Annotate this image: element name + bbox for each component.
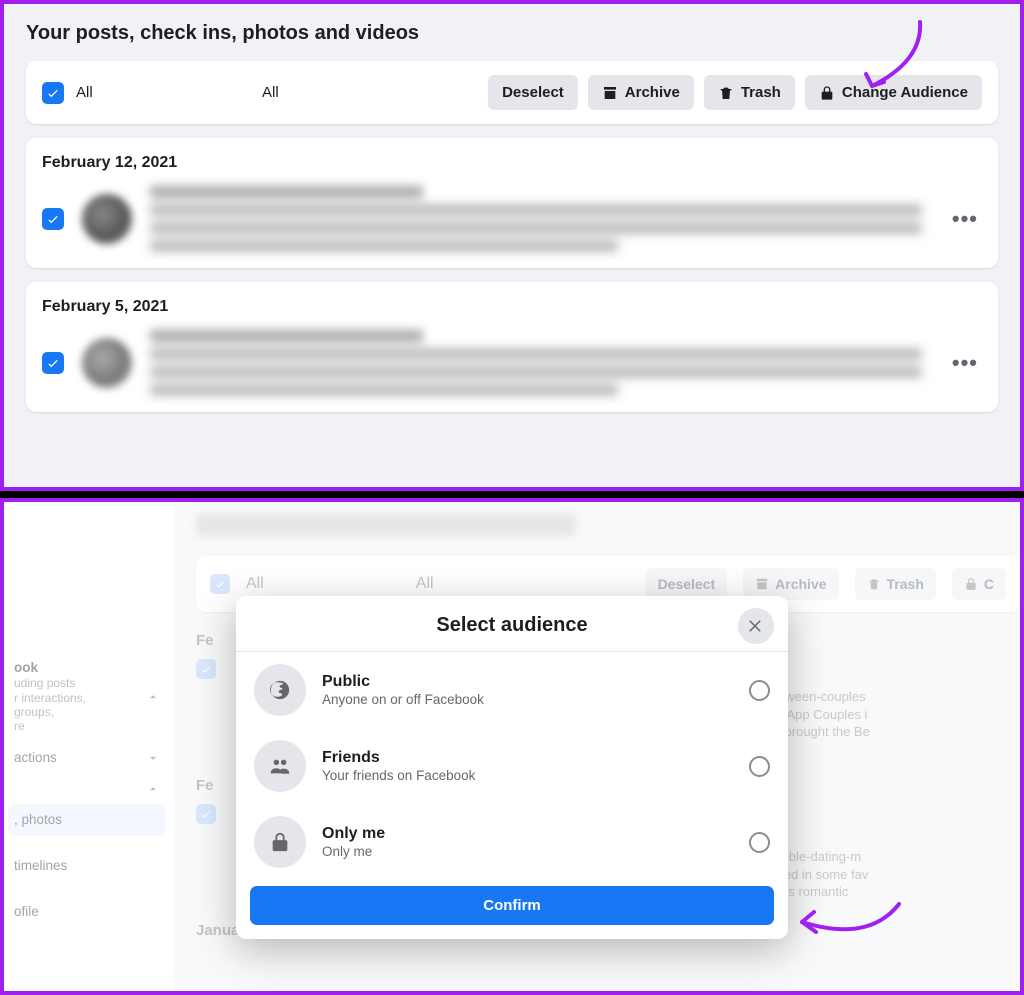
close-icon (747, 617, 765, 635)
check-icon (46, 212, 60, 226)
check-icon (46, 356, 60, 370)
bottom-panel: ook uding posts r interactions, groups, … (0, 498, 1024, 995)
check-icon (214, 578, 226, 590)
sidebar-item-timelines[interactable]: timelines (8, 850, 166, 882)
modal-title: Select audience (236, 614, 788, 637)
post-checkbox[interactable] (196, 659, 216, 679)
archive-icon (755, 577, 769, 591)
trash-button[interactable]: Trash (704, 75, 795, 110)
confirm-button[interactable]: Confirm (250, 886, 774, 925)
deselect-button[interactable]: Deselect (488, 75, 578, 110)
sidebar-item-profile[interactable]: ofile (8, 896, 166, 928)
post-content-blurred (150, 330, 930, 396)
sidebar-item[interactable]: ook uding posts r interactions, groups, … (8, 652, 166, 742)
radio-button[interactable] (749, 756, 770, 777)
radio-button[interactable] (749, 832, 770, 853)
sidebar-item[interactable]: actions (8, 742, 166, 774)
post-card: February 5, 2021 ••• (26, 282, 998, 412)
lock-icon (964, 577, 978, 591)
page-title-blurred (196, 514, 576, 536)
check-icon (200, 663, 212, 675)
option-title: Only me (322, 825, 733, 843)
post-content-blurred (150, 186, 930, 252)
post-more-button[interactable]: ••• (948, 346, 982, 380)
archive-button[interactable]: Archive (588, 75, 694, 110)
archive-icon (602, 85, 618, 101)
annotation-arrow-icon (794, 894, 904, 954)
option-subtitle: Your friends on Facebook (322, 768, 733, 783)
trash-icon (867, 577, 881, 591)
select-all-checkbox[interactable] (210, 574, 230, 594)
modal-close-button[interactable] (738, 608, 774, 644)
post-checkbox[interactable] (42, 208, 64, 230)
avatar (82, 338, 132, 388)
audience-option-only-me[interactable]: Only me Only me (236, 804, 788, 880)
radio-button[interactable] (749, 680, 770, 701)
all-label: All (246, 575, 264, 593)
sidebar-item-photos[interactable]: , photos (8, 804, 166, 836)
friends-icon (254, 740, 306, 792)
option-title: Public (322, 673, 733, 691)
post-checkbox[interactable] (42, 352, 64, 374)
annotation-arrow-icon (842, 16, 932, 106)
audience-option-public[interactable]: Public Anyone on or off Facebook (236, 652, 788, 728)
post-more-button[interactable]: ••• (948, 202, 982, 236)
chevron-up-icon (146, 782, 160, 796)
post-date: February 5, 2021 (42, 298, 982, 316)
trash-button[interactable]: Trash (855, 568, 936, 600)
filter-all-label[interactable]: All (416, 575, 434, 593)
post-date: February 12, 2021 (42, 154, 982, 172)
select-audience-modal: Select audience Public Anyone on or off … (236, 596, 788, 939)
chevron-down-icon (146, 751, 160, 765)
select-all-label: All (76, 84, 93, 101)
post-card: February 12, 2021 ••• (26, 138, 998, 268)
lock-icon (254, 816, 306, 868)
trash-icon (718, 85, 734, 101)
lock-icon (819, 85, 835, 101)
option-subtitle: Anyone on or off Facebook (322, 692, 733, 707)
change-audience-button[interactable]: C (952, 568, 1006, 600)
option-subtitle: Only me (322, 844, 733, 859)
select-all-checkbox[interactable] (42, 82, 64, 104)
left-sidebar: ook uding posts r interactions, groups, … (4, 502, 174, 991)
chevron-up-icon (146, 690, 160, 704)
option-title: Friends (322, 749, 733, 767)
check-icon (200, 808, 212, 820)
filter-all-label[interactable]: All (262, 84, 279, 101)
audience-option-friends[interactable]: Friends Your friends on Facebook (236, 728, 788, 804)
avatar (82, 194, 132, 244)
top-panel: Your posts, check ins, photos and videos… (0, 0, 1024, 491)
post-checkbox[interactable] (196, 804, 216, 824)
divider (0, 491, 1024, 498)
globe-icon (254, 664, 306, 716)
sidebar-item[interactable] (8, 774, 166, 804)
check-icon (46, 86, 60, 100)
